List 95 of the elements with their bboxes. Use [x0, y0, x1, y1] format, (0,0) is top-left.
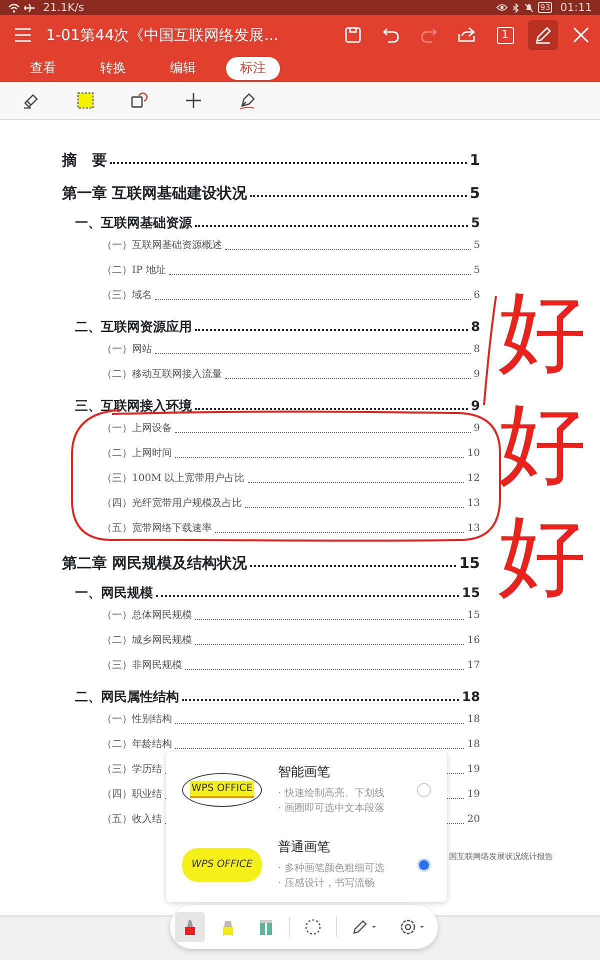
toc-entry-title[interactable]: （一）网站	[102, 337, 152, 362]
toc-entry-title[interactable]: （二）年龄结构	[102, 732, 172, 757]
toc-entry-title[interactable]: （三）域名	[102, 283, 152, 308]
document-title: 1-01第44次《中国互联网络发展...	[46, 24, 280, 46]
settings-menu-icon	[399, 918, 427, 936]
undo-icon	[382, 26, 400, 44]
toc-page-number: 18	[467, 738, 480, 752]
toc-page-number: 16	[467, 634, 480, 648]
tab[interactable]: 转换	[86, 56, 140, 80]
lasso-icon	[304, 918, 322, 936]
handwritten-character: 好	[498, 391, 586, 497]
toc-page-number: 5	[470, 182, 480, 204]
clock-time: 01:11	[560, 0, 592, 15]
toc-page-number: 19	[467, 763, 480, 777]
wifi-icon	[8, 2, 20, 12]
toc-entry-title[interactable]: （三）100M 以上宽带用户占比	[102, 466, 245, 491]
pen-type-description: · 画圈即可选中文本段落	[278, 802, 386, 816]
toc-page-number: 15	[459, 552, 480, 574]
handwritten-character: 好	[498, 503, 586, 609]
toc-entry-title[interactable]: （二）IP 地址	[102, 258, 166, 283]
selection-square-icon	[76, 91, 94, 110]
radio-button[interactable]	[417, 858, 431, 872]
tab[interactable]: 标注	[226, 56, 280, 80]
toc-page-number: 19	[467, 788, 480, 802]
toc-page-number: 10	[467, 447, 480, 461]
bluetooth-icon	[512, 2, 520, 12]
toc-page-number: 12	[467, 472, 480, 486]
toc-entry-title[interactable]: 一、网民规模	[75, 584, 153, 603]
pen-icon	[534, 26, 552, 44]
toc-page-number: 8	[470, 318, 480, 336]
radio-button[interactable]	[417, 782, 431, 796]
airplane-icon	[24, 2, 35, 12]
pen-type-title: 普通画笔	[278, 838, 331, 857]
handwritten-character: 好	[498, 279, 586, 385]
toc-page-number: 8	[474, 343, 480, 357]
toc-entry-title[interactable]: 一、互联网基础资源	[75, 214, 192, 233]
eye-icon	[496, 3, 508, 12]
toc-page-number: 9	[470, 398, 480, 416]
pen-preview: WPS OFFICE	[182, 772, 262, 806]
toc-entry-title[interactable]: （一）总体网民规模	[102, 603, 192, 628]
toc-entry-title[interactable]: （二）城乡网民规模	[102, 628, 192, 653]
pen-type-description: · 快速绘制高亮、下划线	[278, 786, 386, 802]
toc-page-number: 15	[467, 609, 480, 623]
pen-preview: WPS OFFICE	[182, 848, 262, 882]
pen-type-description: · 压感设计，书写流畅	[278, 876, 376, 892]
toc-entry-title[interactable]: 摘 要	[62, 148, 107, 171]
toc-page-number: 6	[474, 289, 480, 303]
toc-entry-title[interactable]: （二）移动互联网接入流量	[102, 362, 222, 387]
plus-icon	[184, 91, 202, 110]
toc-page-number: 5	[470, 214, 480, 232]
tab[interactable]: 查看	[16, 56, 70, 80]
pen-menu-icon	[351, 918, 379, 936]
toc-entry-title[interactable]: 第一章 互联网基础建设状况	[62, 182, 248, 204]
toc-page-number: 5	[474, 239, 480, 253]
toc-entry-title[interactable]: （一）互联网基础资源概述	[102, 233, 222, 258]
toc-entry-title[interactable]: （一）性别结构	[102, 707, 172, 732]
pen-button[interactable]	[528, 20, 558, 50]
toc-page-number: 9	[474, 422, 480, 436]
tab[interactable]: 编辑	[156, 56, 210, 80]
toc-entry-title[interactable]: （二）上网时间	[102, 441, 172, 466]
toc-entry-title[interactable]: （四）职业结	[102, 782, 162, 807]
muted-bell-icon	[524, 2, 534, 12]
toc-entry-title[interactable]: 第二章 网民规模及结构状况	[62, 552, 248, 574]
toc-page-number: 1	[470, 150, 480, 170]
toc-entry-title[interactable]: （三）学历结	[102, 757, 162, 782]
toc-entry-title[interactable]: 二、互联网资源应用	[75, 318, 192, 337]
page-number-button[interactable]: 1	[490, 20, 520, 50]
marker-tool[interactable]	[175, 912, 205, 942]
pen-type-title: 智能画笔	[278, 764, 331, 782]
toc-entry-title[interactable]: （一）上网设备	[102, 416, 172, 441]
close-icon	[572, 26, 590, 44]
page-footer-text: 国互联网络发展状况统计报告	[449, 851, 553, 863]
toc-entry-title[interactable]: （五）收入结	[102, 807, 162, 832]
toc-page-number: 18	[462, 688, 480, 706]
toc-entry-title[interactable]: （四）光纤宽带用户规模及占比	[102, 491, 242, 516]
menu-icon	[14, 27, 32, 43]
toc-page-number: 18	[467, 713, 480, 727]
network-speed: 21.1K/s	[43, 0, 84, 15]
save-icon	[344, 26, 362, 44]
toc-entry-title[interactable]: （三）非网民规模	[102, 653, 182, 678]
battery-level: 93	[538, 2, 552, 13]
pen-nib-icon	[238, 91, 256, 110]
redo-icon	[420, 26, 438, 44]
toc-page-number: 13	[467, 497, 480, 511]
toc-entry-title[interactable]: （五）宽带网络下载速率	[102, 516, 212, 541]
toc-page-number: 20	[467, 813, 480, 827]
shapes-icon	[130, 91, 148, 110]
pen-type-description: · 多种画笔颜色粗细可选	[278, 862, 386, 876]
share-icon	[457, 26, 477, 44]
toc-page-number: 15	[462, 584, 480, 602]
toc-page-number: 13	[467, 522, 480, 536]
toc-page-number: 9	[474, 368, 480, 382]
toc-page-number: 5	[474, 264, 480, 278]
toc-entry-title[interactable]: 二、网民属性结构	[75, 688, 179, 707]
toc-page-number: 17	[467, 659, 480, 673]
